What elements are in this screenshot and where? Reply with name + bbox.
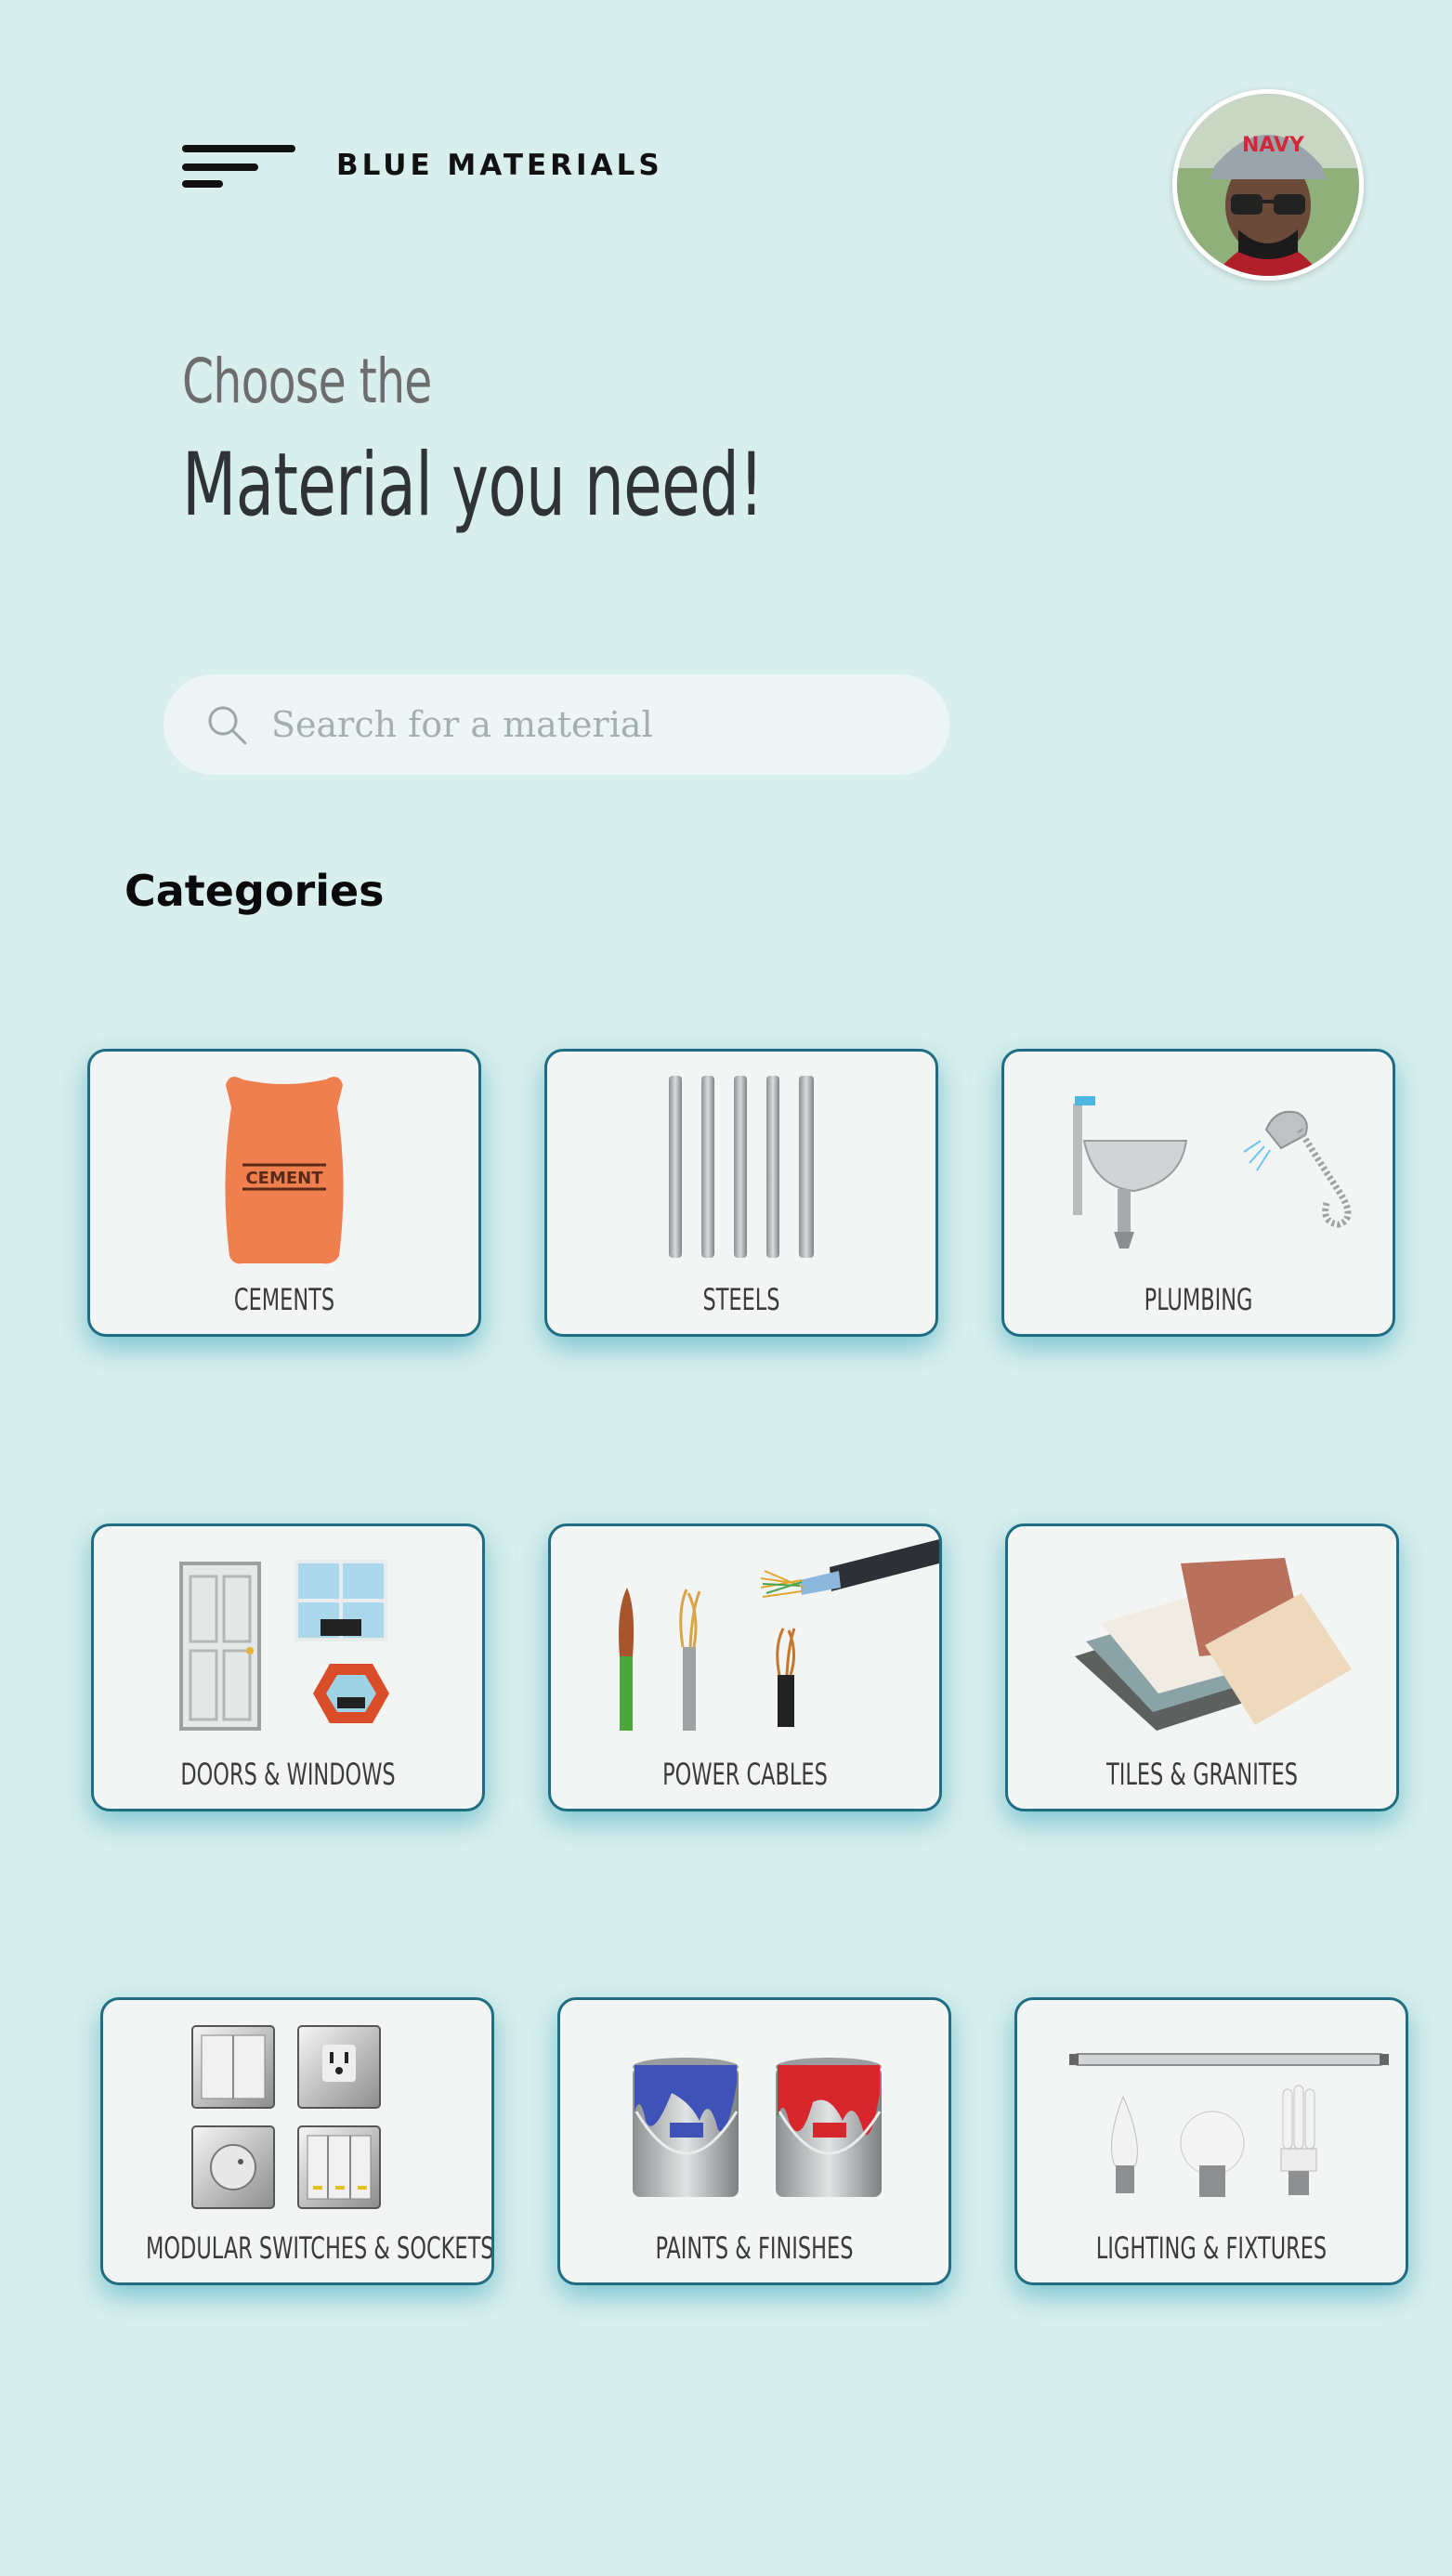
hero-subtitle: Choose the: [182, 346, 432, 417]
category-card-lighting-fixtures[interactable]: LIGHTING & FIXTURES: [1014, 1997, 1408, 2285]
switches-sockets-icon: [191, 2025, 381, 2209]
category-card-tiles-granites[interactable]: TILES & GRANITES: [1005, 1523, 1399, 1811]
search-icon: [208, 706, 247, 745]
hero-title: Material you need!: [182, 435, 764, 536]
category-card-cements[interactable]: CEMENT CEMENTS: [87, 1049, 481, 1337]
category-card-power-cables[interactable]: POWER CABLES: [548, 1523, 942, 1811]
category-card-paints-finishes[interactable]: PAINTS & FINISHES: [557, 1997, 951, 2285]
category-label: PLUMBING: [1144, 1282, 1253, 1317]
category-label: DOORS & WINDOWS: [180, 1757, 396, 1792]
cables-icon: [619, 1539, 939, 1731]
category-label: MODULAR SWITCHES & SOCKETS: [145, 2230, 494, 2266]
category-card-plumbing[interactable]: PLUMBING: [1001, 1049, 1395, 1337]
avatar[interactable]: NAVY: [1172, 89, 1364, 281]
door-window-icon: [179, 1560, 389, 1731]
category-label: PAINTS & FINISHES: [655, 2230, 854, 2266]
cement-bag-icon: CEMENT: [225, 1077, 344, 1264]
category-label: LIGHTING & FIXTURES: [1095, 2230, 1328, 2266]
svg-text:NAVY: NAVY: [1242, 134, 1305, 157]
category-card-steels[interactable]: STEELS: [544, 1049, 938, 1337]
paint-cans-icon: [633, 2058, 882, 2197]
category-label: STEELS: [702, 1282, 780, 1317]
tiles-icon: [1075, 1558, 1352, 1731]
sink-shower-icon: [1073, 1096, 1352, 1249]
search-input[interactable]: [269, 703, 923, 746]
category-label: TILES & GRANITES: [1106, 1757, 1298, 1792]
search-bar[interactable]: [164, 674, 949, 775]
svg-text:CEMENT: CEMENT: [245, 1169, 323, 1188]
light-bulbs-icon: [1069, 2053, 1389, 2197]
brand-title: BLUE MATERIALS: [336, 149, 663, 182]
category-label: CEMENTS: [233, 1282, 335, 1317]
category-card-doors-windows[interactable]: DOORS & WINDOWS: [91, 1523, 485, 1811]
hamburger-menu-icon[interactable]: [182, 141, 297, 193]
categories-heading: Categories: [124, 866, 385, 916]
category-label: POWER CABLES: [662, 1757, 828, 1792]
steel-rods-icon: [669, 1076, 814, 1258]
category-card-switches-sockets[interactable]: MODULAR SWITCHES & SOCKETS: [100, 1997, 494, 2285]
